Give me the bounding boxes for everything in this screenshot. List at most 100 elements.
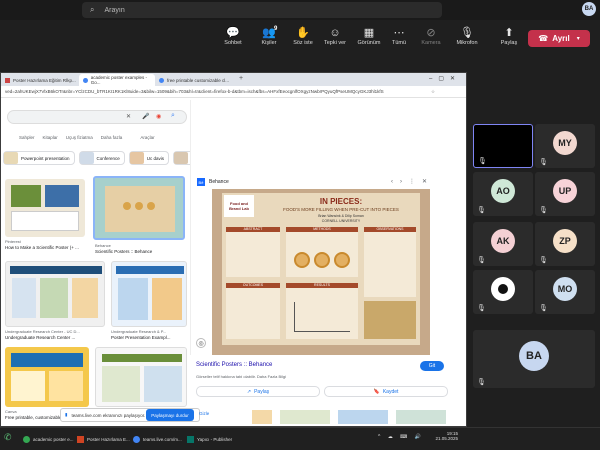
share-button[interactable]: ↗ Paylaş <box>196 386 320 397</box>
search-icon[interactable]: ⌕ <box>171 112 175 120</box>
kişiler-button[interactable]: 👥 9 Kişiler <box>252 26 286 56</box>
participant-tile[interactable]: 🎙 <box>473 270 533 314</box>
save-button[interactable]: 🔖 Kaydet <box>324 386 448 397</box>
lens-icon[interactable]: ◉ <box>156 113 161 120</box>
filter-item[interactable]: Kitaplar <box>43 135 58 145</box>
related-thumb[interactable] <box>396 410 446 424</box>
powerpoint-icon <box>77 435 84 443</box>
taskbar-item[interactable]: Yapıcı - Publisher <box>184 431 235 447</box>
toolbar-label: Paylaş <box>500 40 518 46</box>
participant-tile[interactable]: MY 🎙 <box>535 124 595 168</box>
voice-search-icon[interactable]: 🎤 <box>142 113 149 120</box>
participant-tile[interactable]: ZP 🎙 <box>535 222 595 266</box>
related-thumb[interactable] <box>252 410 272 424</box>
copyright-note: Görseller telif hakkına tabi olabilir. D… <box>196 374 287 379</box>
poster-section: METHODS <box>286 227 358 277</box>
new-tab-button[interactable]: + <box>239 75 243 82</box>
chip-label: Uc davis <box>146 155 165 161</box>
result-source: Pinterest <box>5 239 21 244</box>
taskbar-item[interactable]: academic poster e... <box>20 431 77 447</box>
result-caption[interactable]: Scientific Posters :: Behance <box>95 249 185 254</box>
filter-item[interactable]: Sahpler <box>19 135 35 145</box>
share-icon: ⬆ <box>504 27 514 39</box>
related-chip[interactable]: Powerpoint presentation <box>3 151 75 165</box>
browser-tab[interactable]: Poster Hazırlama Eğitim Rİkp... <box>1 74 79 86</box>
share-screen-icon: ▮ <box>65 412 68 417</box>
mikrofon-button[interactable]: 🎙 Mikrofon <box>450 26 484 56</box>
görünüm-button[interactable]: ▦ Görünüm <box>352 26 386 56</box>
chevron-down-icon[interactable]: ▾ <box>577 35 580 42</box>
filter-item[interactable]: Uçuş fiziatma <box>66 135 93 145</box>
system-tray-icons[interactable]: ^ ☁ ⌨ 🔊 <box>378 434 424 440</box>
tümü-button[interactable]: ⋯ Tümü <box>382 26 416 56</box>
address-bar[interactable]: ved=2ahUKEwjX7VlxB6kOTr&nbr=YClzCDU_bTR1… <box>1 86 466 98</box>
react-icon: ☺ <box>329 27 341 39</box>
result-caption[interactable]: Undergraduate Research Center ... <box>5 335 105 340</box>
search-placeholder: Arayın <box>104 6 125 14</box>
sohbet-button[interactable]: 💬 Sohbet <box>216 26 250 56</box>
taskbar-item[interactable]: teams.live.com/m... <box>130 431 185 447</box>
share-icon: ↗ <box>246 388 252 395</box>
hide-banner-button[interactable]: Gizle <box>199 411 209 416</box>
result-image[interactable] <box>5 179 85 237</box>
result-image-selected[interactable] <box>93 176 185 240</box>
screen: ⌕ Arayın BA 💬 Sohbet 👥 9 Kişiler ✋ Söz iste ☺ Te… <box>0 0 600 450</box>
preview-title[interactable]: Scientific Posters :: Behance <box>196 362 272 368</box>
related-chip[interactable]: Conference <box>78 151 125 165</box>
poster-image[interactable]: Food and Brand Lab IN PIECES: FOOD'S MOR… <box>212 189 430 355</box>
star-icon[interactable]: ☆ <box>431 89 435 95</box>
search-input[interactable]: ⌕ Arayın <box>82 2 442 18</box>
stop-sharing-button[interactable]: Paylaşmayı durdur <box>146 409 194 421</box>
participant-tile[interactable]: AO 🎙 <box>473 172 533 216</box>
participant-avatar: ZP <box>553 229 577 253</box>
result-caption[interactable]: How to Make a Scientific Poster (+ ... <box>5 245 91 250</box>
poster-title: IN PIECES: <box>319 197 363 206</box>
result-image[interactable] <box>5 261 105 327</box>
preview-nav-controls[interactable]: ‹›⋮✕ <box>391 178 434 185</box>
browser-tab[interactable]: free printable customizable cl... <box>155 74 235 86</box>
window-controls[interactable]: –▢✕ <box>429 75 461 82</box>
tepki-ver-button[interactable]: ☺ Tepki ver <box>318 26 352 56</box>
visit-button[interactable]: Git <box>420 361 444 371</box>
related-thumb[interactable] <box>280 410 330 424</box>
chip-label: Powerpoint presentation <box>21 155 70 161</box>
result-image[interactable] <box>111 261 187 327</box>
participant-tile[interactable]: 🎙 <box>473 124 533 168</box>
tab-title: free printable customizable cl... <box>167 77 230 83</box>
participant-tile[interactable]: UP 🎙 <box>535 172 595 216</box>
bookmark-icon: 🔖 <box>373 388 380 395</box>
poster-section: OBSERVATIONS <box>364 227 416 297</box>
clear-icon[interactable]: ✕ <box>126 113 131 120</box>
participant-tile[interactable]: MO 🎙 <box>535 270 595 314</box>
camera-off-icon: ⊘ <box>426 27 436 39</box>
participant-avatar: AO <box>491 179 515 203</box>
result-caption[interactable]: Poster Presentation Exampl... <box>111 335 191 340</box>
result-image[interactable] <box>95 347 187 407</box>
result-source: Undergraduate Research & P... <box>111 329 167 334</box>
google-favicon-icon <box>159 77 164 83</box>
toolbar-label: Kamera <box>421 40 441 46</box>
toolbar-label: Söz iste <box>293 40 313 46</box>
preview-source[interactable]: Behance <box>209 179 229 185</box>
publisher-icon <box>187 435 194 443</box>
participant-tile[interactable]: BA 🎙 <box>473 330 595 388</box>
avatar[interactable]: BA <box>582 2 596 16</box>
poster-affiliation: CORNELL UNIVERSITY <box>321 219 361 223</box>
participant-tile[interactable]: AK 🎙 <box>473 222 533 266</box>
result-image[interactable] <box>5 347 89 407</box>
raise-hand-icon: ✋ <box>296 27 310 39</box>
paylaş-button[interactable]: ⬆ Paylaş <box>492 26 526 56</box>
kamera-button[interactable]: ⊘ Kamera <box>414 26 448 56</box>
clock[interactable]: 19:15 21.05.2025 <box>428 431 458 441</box>
lens-icon[interactable]: ◎ <box>196 338 206 348</box>
related-thumb[interactable] <box>338 410 388 424</box>
taskbar-item[interactable]: Poster Hazırlama E... <box>74 431 133 447</box>
related-chip[interactable]: Uc davis <box>128 151 170 165</box>
browser-tab-active[interactable]: academic poster examples - Go... <box>79 74 155 86</box>
google-search-box[interactable]: ✕ 🎤 ◉ ⌕ <box>7 110 187 124</box>
whatsapp-icon[interactable]: ✆ <box>4 432 12 443</box>
söz-iste-button[interactable]: ✋ Söz iste <box>286 26 320 56</box>
leave-button[interactable]: ☎ Ayrıl ▾ <box>528 30 590 47</box>
filter-item[interactable]: Daha fazla <box>101 135 123 145</box>
filter-item[interactable]: Araçlar <box>140 135 154 145</box>
